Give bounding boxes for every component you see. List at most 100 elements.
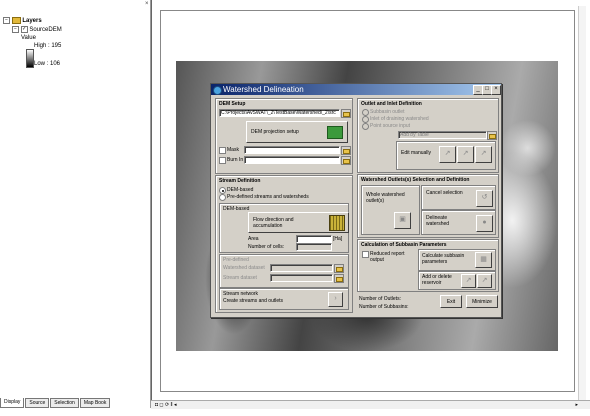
stream-definition-title: Stream Definition [219, 178, 261, 184]
flow-grid-icon [329, 215, 345, 231]
tab-source[interactable]: Source [25, 398, 50, 408]
cancel-selection-button[interactable]: ↺ [476, 190, 493, 207]
legend-high-label: High : 195 [34, 43, 62, 49]
dem-based-radio[interactable] [219, 187, 226, 194]
dialog-titlebar[interactable]: Watershed Delineation _ □ × [211, 84, 501, 95]
scroll-right-icon[interactable]: ▸ [575, 401, 578, 409]
burn-in-checkbox[interactable] [219, 157, 226, 164]
calculate-params-button[interactable]: ▦ [475, 252, 492, 268]
layers-folder-icon [11, 17, 21, 24]
add-point-button[interactable]: ↗ [439, 146, 456, 163]
burn-in-field[interactable] [244, 156, 340, 164]
add-reservoir-button[interactable]: ↗ [461, 274, 476, 288]
layer-visibility-checkbox[interactable]: ✓ [20, 26, 28, 33]
dem-path-field[interactable]: C:\Projects\AvSWAT\_2\TestBase\Watershed… [219, 109, 340, 117]
num-outlets-label: Number of Outlets: [359, 296, 401, 302]
calculator-icon: ▦ [480, 255, 487, 263]
layers-row[interactable]: − Layers [3, 17, 42, 24]
area-field[interactable] [296, 235, 332, 243]
flow-direction-button[interactable]: Flow direction and accumulation [248, 212, 349, 233]
table-of-contents: × − Layers − ✓ SourceDEM Value High : 19… [0, 0, 151, 408]
inlet-radio[interactable] [362, 116, 369, 123]
dialog-title: Watershed Delineation [223, 85, 304, 94]
predefined-radio[interactable] [219, 194, 226, 201]
open-dem-folder-icon[interactable] [341, 109, 351, 118]
stream-network-label: Stream network [223, 291, 259, 297]
close-icon[interactable]: × [491, 85, 501, 95]
create-streams-label: Create streams and outlets [223, 298, 284, 304]
map-statusbar: ◘ ◻ ⟳ ‖ ◂ ▸ [151, 400, 590, 409]
num-cells-label: Number of cells: [248, 244, 285, 250]
create-streams-button[interactable]: › [328, 292, 343, 307]
outlets-selection-title: Watershed Outlets(s) Selection and Defin… [361, 177, 470, 183]
delete-reservoir-icon: ↗ [481, 276, 488, 284]
add-by-table-field[interactable]: Add by Table [398, 131, 487, 139]
open-table-folder-icon[interactable] [487, 131, 497, 140]
exit-button[interactable]: Exit [440, 295, 462, 308]
flow-direction-label: Flow direction and accumulation [253, 216, 294, 229]
stream-dataset-field[interactable] [270, 274, 333, 282]
reservoir-label: Add or delete reservoir [422, 274, 452, 286]
open-mask-folder-icon[interactable] [341, 146, 351, 155]
reduced-report-checkbox[interactable] [362, 251, 369, 258]
subbasin-params-title: Calculation of Subbasin Parameters [361, 242, 447, 248]
collapse-icon[interactable]: − [3, 17, 10, 24]
dem-setup-title: DEM Setup [219, 101, 246, 107]
calculate-params-box: Calculate subbasin parameters ▦ [418, 249, 496, 271]
reduced-report-label: Reduced report output [370, 251, 405, 263]
toc-tabs: Display Source Selection Map Book [0, 398, 111, 408]
cancel-selection-label: Cancel selection [426, 190, 463, 196]
whole-watershed-box: Whole watershed outlet(s) ▣ [361, 185, 420, 235]
tab-selection[interactable]: Selection [50, 398, 79, 408]
subbasin-outlet-label: Subbasin outlet [370, 109, 405, 115]
whole-watershed-button[interactable]: ▣ [394, 212, 411, 229]
undo-icon: ↺ [481, 194, 488, 202]
delineate-watershed-label: Delineate watershed [426, 215, 450, 227]
watershed-dataset-field[interactable] [270, 264, 333, 272]
value-label: Value [21, 35, 36, 41]
minimize-button[interactable]: Minimize [466, 295, 498, 308]
area-unit: [Ha] [333, 236, 343, 242]
subbasin-params-group: Calculation of Subbasin Parameters Reduc… [357, 239, 499, 292]
whole-watershed-label: Whole watershed outlet(s) [366, 192, 405, 204]
point-source-radio[interactable] [362, 123, 369, 130]
tab-display[interactable]: Display [0, 398, 25, 408]
mask-checkbox[interactable] [219, 147, 226, 154]
num-subbasins-label: Number of Subbasins: [359, 304, 409, 310]
view-controls[interactable]: ◘ ◻ ⟳ ‖ ◂ [155, 402, 177, 408]
dem-projection-setup-label: DEM projection setup [251, 129, 299, 135]
delete-reservoir-button[interactable]: ↗ [477, 274, 492, 288]
edit-manually-box: Edit manually ↗ ↗ ↗ [396, 141, 496, 170]
outlet-inlet-title: Outlet and Inlet Definition [361, 101, 422, 107]
subbasin-outlet-radio[interactable] [362, 109, 369, 116]
select-point-icon: ↗ [462, 150, 469, 158]
globe-map-icon [327, 126, 343, 139]
watershed-delineation-dialog: Watershed Delineation _ □ × DEM Setup C:… [210, 83, 502, 318]
layer-row-sourcedem[interactable]: − ✓ SourceDEM [12, 26, 62, 33]
collapse-icon[interactable]: − [12, 26, 19, 33]
open-stream-folder-icon[interactable] [334, 274, 344, 283]
dem-based-subgroup-title: DEM-based [223, 206, 250, 212]
open-burn-in-folder-icon[interactable] [341, 156, 351, 165]
delineate-icon: ● [482, 219, 487, 227]
delineate-watershed-button[interactable]: ● [476, 215, 493, 232]
inlet-label: Inlet of draining watershed [370, 116, 429, 122]
open-watershed-folder-icon[interactable] [334, 264, 344, 273]
delete-point-button[interactable]: ↗ [475, 146, 492, 163]
select-point-button[interactable]: ↗ [457, 146, 474, 163]
vertical-scrollbar[interactable] [578, 6, 586, 400]
app-globe-icon [213, 86, 222, 95]
predefined-option-label: Pre-defined streams and watersheds [227, 194, 309, 200]
layer-name[interactable]: SourceDEM [29, 27, 61, 33]
dem-projection-setup-button[interactable]: DEM projection setup [246, 121, 348, 143]
add-point-icon: ↗ [444, 150, 451, 158]
outlets-selection-group: Watershed Outlets(s) Selection and Defin… [357, 174, 499, 238]
area-label: Area [248, 236, 259, 242]
predefined-subgroup: Pre-defined Watershed dataset Stream dat… [219, 254, 349, 288]
tab-map-book[interactable]: Map Book [79, 398, 111, 408]
mask-field[interactable] [244, 146, 340, 154]
watershed-dataset-label: Watershed dataset [223, 265, 265, 271]
delete-point-icon: ↗ [480, 150, 487, 158]
edit-manually-label: Edit manually [401, 150, 432, 156]
legend-low-label: Low : 106 [34, 61, 61, 67]
